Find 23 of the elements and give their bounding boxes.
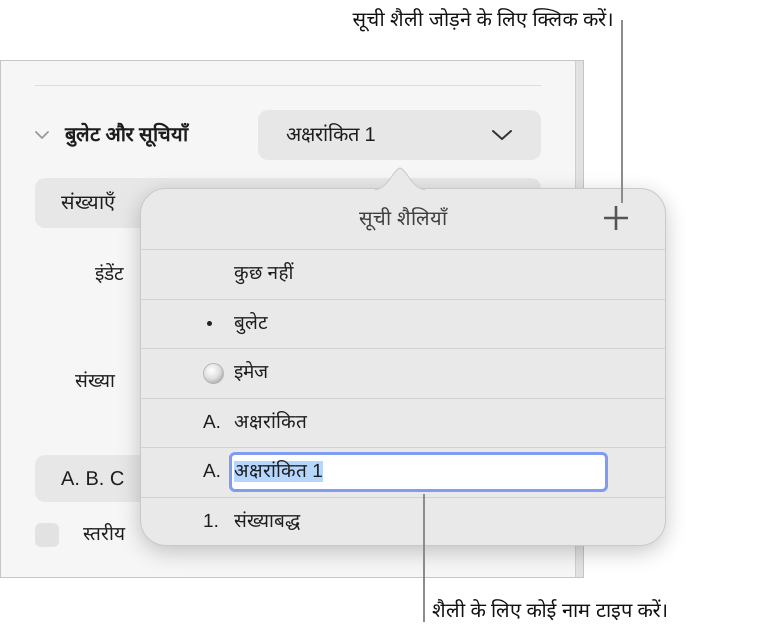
list-style-label[interactable]: संख्याबद्ध: [234, 508, 300, 536]
list-marker: 1.: [203, 510, 219, 534]
section-title: बुलेट और सूचियाँ: [65, 122, 188, 149]
callout-text: सूची शैली जोड़ने के लिए क्लिक करें।: [352, 7, 614, 34]
add-button[interactable]: [603, 205, 629, 231]
callout-text: शैली के लिए कोई नाम टाइप करें।: [432, 598, 668, 624]
list-style-dropdown[interactable]: अक्षरांकित 1: [258, 110, 541, 160]
number-label: संख्या: [75, 370, 115, 394]
checkbox-label: स्तरीय: [83, 522, 125, 547]
list-style-label[interactable]: बुलेट: [234, 310, 268, 338]
bullet-dot-icon: [207, 321, 212, 326]
sphere-icon: [203, 362, 224, 384]
list-style-label[interactable]: इमेज: [234, 359, 268, 388]
name-input-field[interactable]: अक्षरांकित 1: [229, 452, 608, 492]
list-style-label[interactable]: कुछ नहीं: [234, 260, 294, 288]
list-marker: A.: [203, 410, 221, 434]
list-marker: A.: [203, 460, 221, 484]
chevron-down-icon: [491, 128, 513, 142]
chevron-down-icon[interactable]: [35, 128, 49, 142]
list-style-label[interactable]: अक्षरांकित: [234, 408, 307, 437]
plus-icon: [603, 205, 629, 231]
popover-title: सूची शैलियाँ: [359, 206, 447, 232]
indent-label: इंडेंट: [95, 262, 124, 287]
